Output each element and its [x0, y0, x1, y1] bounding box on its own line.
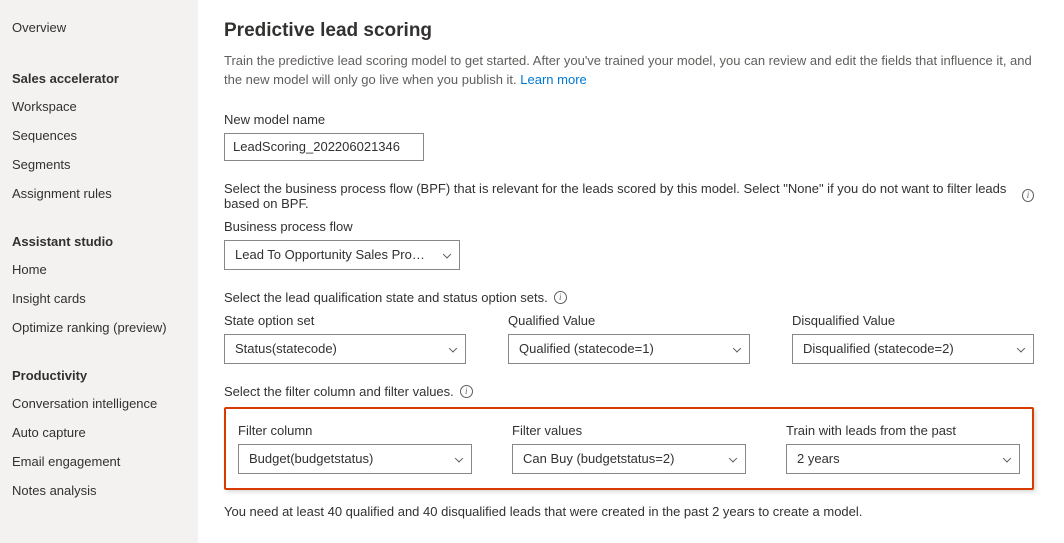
- filter-column-label: Filter column: [238, 423, 472, 438]
- page-title: Predictive lead scoring: [224, 20, 1034, 42]
- chevron-down-icon: [1017, 344, 1025, 352]
- desc-text: Train the predictive lead scoring model …: [224, 53, 1032, 87]
- state-option-label: State option set: [224, 313, 466, 328]
- nav-auto-capture[interactable]: Auto capture: [12, 418, 198, 447]
- nav-workspace[interactable]: Workspace: [12, 92, 198, 121]
- info-icon[interactable]: i: [1022, 189, 1034, 202]
- state-option-value: Status(statecode): [235, 341, 337, 356]
- disqualified-label: Disqualified Value: [792, 313, 1034, 328]
- bpf-help-text: Select the business process flow (BPF) t…: [224, 181, 1034, 211]
- nav-heading-assistant-studio: Assistant studio: [12, 226, 198, 255]
- bpf-dropdown[interactable]: Lead To Opportunity Sales Process: [224, 240, 460, 270]
- model-name-input[interactable]: [224, 133, 424, 161]
- chevron-down-icon: [443, 250, 451, 258]
- filter-column-value: Budget(budgetstatus): [249, 451, 373, 466]
- filter-values-dropdown[interactable]: Can Buy (budgetstatus=2): [512, 444, 746, 474]
- nav-insight-cards[interactable]: Insight cards: [12, 284, 198, 313]
- nav-home[interactable]: Home: [12, 255, 198, 284]
- nav-notes-analysis[interactable]: Notes analysis: [12, 476, 198, 505]
- chevron-down-icon: [729, 454, 737, 462]
- nav-heading-productivity: Productivity: [12, 360, 198, 389]
- bpf-value: Lead To Opportunity Sales Process: [235, 247, 431, 262]
- nav-conversation-intelligence[interactable]: Conversation intelligence: [12, 389, 198, 418]
- learn-more-link[interactable]: Learn more: [520, 72, 586, 87]
- model-name-label: New model name: [224, 112, 1034, 127]
- state-help-span: Select the lead qualification state and …: [224, 290, 548, 305]
- train-past-label: Train with leads from the past: [786, 423, 1020, 438]
- filter-help-span: Select the filter column and filter valu…: [224, 384, 454, 399]
- state-help-text: Select the lead qualification state and …: [224, 290, 1034, 305]
- nav-segments[interactable]: Segments: [12, 150, 198, 179]
- nav-assignment-rules[interactable]: Assignment rules: [12, 179, 198, 208]
- nav-overview[interactable]: Overview: [12, 10, 198, 45]
- chevron-down-icon: [1003, 454, 1011, 462]
- nav-optimize-ranking[interactable]: Optimize ranking (preview): [12, 313, 198, 342]
- requirements-note: You need at least 40 qualified and 40 di…: [224, 504, 1034, 519]
- disqualified-dropdown[interactable]: Disqualified (statecode=2): [792, 334, 1034, 364]
- filter-values-value: Can Buy (budgetstatus=2): [523, 451, 674, 466]
- nav-email-engagement[interactable]: Email engagement: [12, 447, 198, 476]
- state-option-dropdown[interactable]: Status(statecode): [224, 334, 466, 364]
- train-past-value: 2 years: [797, 451, 840, 466]
- qualified-value: Qualified (statecode=1): [519, 341, 654, 356]
- nav-sequences[interactable]: Sequences: [12, 121, 198, 150]
- sidebar: Overview Sales accelerator Workspace Seq…: [0, 0, 198, 543]
- qualified-label: Qualified Value: [508, 313, 750, 328]
- nav-heading-sales-accelerator: Sales accelerator: [12, 63, 198, 92]
- info-icon[interactable]: i: [554, 291, 567, 304]
- chevron-down-icon: [449, 344, 457, 352]
- qualified-dropdown[interactable]: Qualified (statecode=1): [508, 334, 750, 364]
- main-content: Predictive lead scoring Train the predic…: [198, 0, 1064, 543]
- bpf-label: Business process flow: [224, 219, 1034, 234]
- filter-highlight-box: Filter column Budget(budgetstatus) Filte…: [224, 407, 1034, 490]
- info-icon[interactable]: i: [460, 385, 473, 398]
- bpf-help-span: Select the business process flow (BPF) t…: [224, 181, 1016, 211]
- train-past-dropdown[interactable]: 2 years: [786, 444, 1020, 474]
- filter-column-dropdown[interactable]: Budget(budgetstatus): [238, 444, 472, 474]
- filter-values-label: Filter values: [512, 423, 746, 438]
- chevron-down-icon: [733, 344, 741, 352]
- disqualified-value: Disqualified (statecode=2): [803, 341, 954, 356]
- page-description: Train the predictive lead scoring model …: [224, 52, 1034, 90]
- chevron-down-icon: [455, 454, 463, 462]
- filter-help-text: Select the filter column and filter valu…: [224, 384, 1034, 399]
